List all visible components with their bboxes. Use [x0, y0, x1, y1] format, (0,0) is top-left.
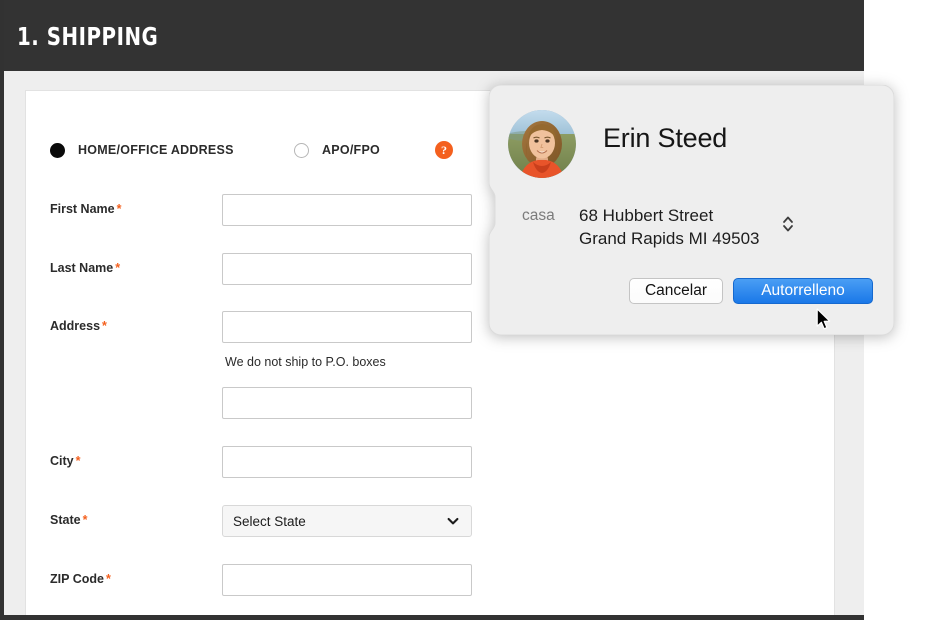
- screenshot-viewport: 1. SHIPPING HOME/OFFICE ADDRESS APO/FPO …: [0, 0, 931, 620]
- autofill-address-line1: 68 Hubbert Street: [579, 204, 760, 227]
- radio-selected-icon: [50, 143, 65, 158]
- label-last-name: Last Name*: [50, 261, 120, 275]
- cancel-button[interactable]: Cancelar: [629, 278, 723, 304]
- radio-unselected-icon: [294, 143, 309, 158]
- label-state: State*: [50, 513, 87, 527]
- chevron-down-icon: [447, 515, 459, 527]
- autofill-address-tag: casa: [522, 207, 555, 225]
- label-first-name: First Name*: [50, 202, 121, 216]
- popover-content: Erin Steed casa 68 Hubbert Street Grand …: [489, 85, 894, 335]
- zip-code-input[interactable]: [222, 564, 472, 596]
- required-asterisk: *: [106, 572, 111, 586]
- radio-label-home-office: HOME/OFFICE ADDRESS: [78, 143, 234, 157]
- required-asterisk: *: [83, 513, 88, 527]
- first-name-input[interactable]: [222, 194, 472, 226]
- state-select-value: Select State: [233, 514, 306, 529]
- radio-label-apo-fpo: APO/FPO: [322, 143, 380, 157]
- window-frame-left: [0, 0, 4, 620]
- city-input[interactable]: [222, 446, 472, 478]
- radio-option-apo-fpo[interactable]: APO/FPO: [294, 136, 380, 164]
- required-asterisk: *: [76, 454, 81, 468]
- up-down-chevron-icon[interactable]: [780, 211, 796, 237]
- autofill-button[interactable]: Autorrelleno: [733, 278, 873, 304]
- user-avatar-photo: [508, 110, 576, 178]
- autofill-address-block: 68 Hubbert Street Grand Rapids MI 49503: [579, 204, 760, 250]
- state-select[interactable]: Select State: [222, 505, 472, 537]
- address-line1-input[interactable]: [222, 311, 472, 343]
- required-asterisk: *: [102, 319, 107, 333]
- autofill-person-name: Erin Steed: [603, 123, 727, 154]
- label-zip-code: ZIP Code*: [50, 572, 111, 586]
- autofill-popover: Erin Steed casa 68 Hubbert Street Grand …: [489, 85, 894, 335]
- label-city: City*: [50, 454, 81, 468]
- radio-option-home-office-address[interactable]: HOME/OFFICE ADDRESS: [50, 136, 234, 164]
- last-name-input[interactable]: [222, 253, 472, 285]
- address-helper-text: We do not ship to P.O. boxes: [225, 355, 386, 369]
- address-line2-input[interactable]: [222, 387, 472, 419]
- label-address: Address*: [50, 319, 107, 333]
- autofill-address-line2: Grand Rapids MI 49503: [579, 227, 760, 250]
- required-asterisk: *: [117, 202, 122, 216]
- page-title: 1. SHIPPING: [17, 22, 158, 51]
- shipping-section-header: 1. SHIPPING: [0, 0, 864, 71]
- required-asterisk: *: [115, 261, 120, 275]
- help-question-icon[interactable]: ?: [435, 141, 453, 159]
- window-frame-bottom: [0, 615, 864, 620]
